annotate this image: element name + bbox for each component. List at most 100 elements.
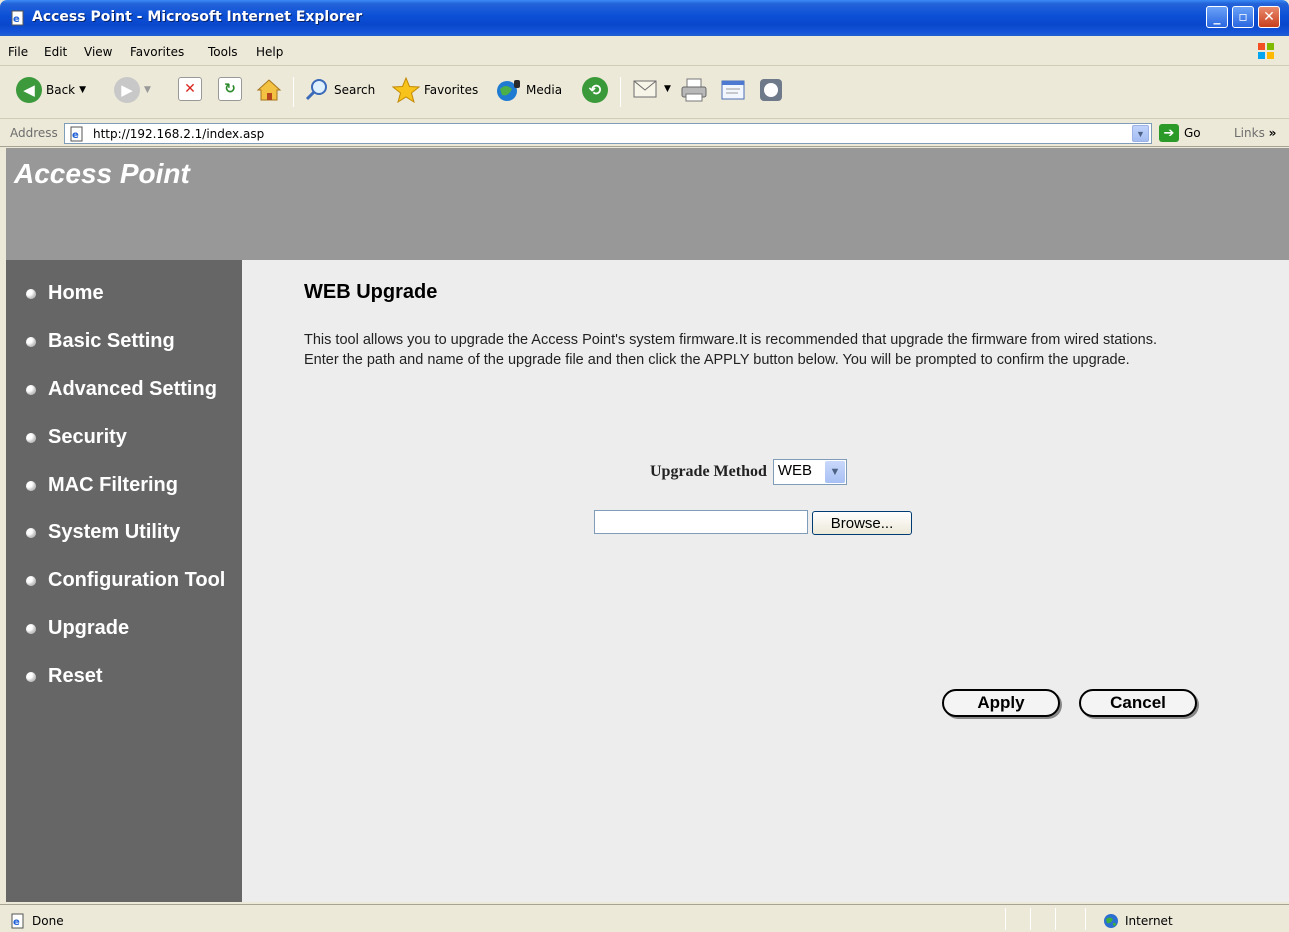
bullet-icon [26, 480, 36, 491]
page-title: WEB Upgrade [304, 281, 438, 303]
apply-button[interactable]: Apply [942, 689, 1060, 717]
main-content: WEB Upgrade This tool allows you to upgr… [242, 260, 1289, 902]
menu-view[interactable]: View [84, 45, 112, 59]
back-button[interactable]: ◀ Back ▼ [16, 77, 86, 103]
sidebar-item-configuration-tool[interactable]: Configuration Tool [26, 569, 225, 592]
sidebar-item-label: Security [48, 426, 127, 448]
chevron-down-icon: ▼ [824, 461, 845, 483]
minimize-button[interactable]: _ [1206, 6, 1228, 28]
forward-arrow-icon: ▶ [114, 77, 140, 103]
address-url: http://192.168.2.1/index.asp [93, 127, 265, 141]
file-path-input[interactable] [594, 510, 808, 534]
address-dropdown-icon[interactable]: ▼ [1132, 125, 1149, 142]
sidebar-item-mac-filtering[interactable]: MAC Filtering [26, 474, 178, 497]
links-button[interactable]: Links » [1234, 126, 1276, 140]
upgrade-method-label: Upgrade Method [650, 463, 767, 480]
sidebar-item-label: Home [48, 282, 104, 304]
maximize-button[interactable]: ▫ [1232, 6, 1254, 28]
upgrade-method-row: Upgrade Method WEB ▼ [650, 459, 847, 485]
brand-title: Access Point [14, 158, 190, 189]
bullet-icon [26, 336, 36, 347]
sidebar-item-system-utility[interactable]: System Utility [26, 521, 180, 544]
upgrade-method-value: WEB [777, 462, 813, 479]
mail-button[interactable]: ▼ [632, 77, 671, 101]
bullet-icon [26, 384, 36, 395]
sidebar-item-label: Reset [48, 665, 103, 687]
favorites-label: Favorites [424, 83, 479, 97]
stop-button[interactable]: ✕ [178, 77, 202, 101]
browser-window: e Access Point - Microsoft Internet Expl… [0, 0, 1289, 932]
sidebar-item-basic-setting[interactable]: Basic Setting [26, 330, 175, 353]
sidebar-item-security[interactable]: Security [26, 426, 127, 449]
ie-page-icon: e [11, 10, 24, 26]
title-bar: e Access Point - Microsoft Internet Expl… [0, 0, 1289, 36]
menu-favorites[interactable]: Favorites [130, 45, 184, 59]
edit-icon [721, 80, 745, 100]
search-label: Search [334, 83, 376, 97]
print-icon [681, 78, 707, 102]
go-button[interactable]: ➔ Go [1159, 124, 1201, 142]
sidebar-item-label: Configuration Tool [48, 569, 226, 591]
cancel-button[interactable]: Cancel [1079, 689, 1197, 717]
back-label: Back [46, 83, 76, 97]
favorites-star-icon [392, 77, 420, 103]
media-button[interactable]: Media [494, 77, 562, 103]
home-icon [256, 79, 282, 101]
sidebar-item-reset[interactable]: Reset [26, 665, 102, 688]
mail-icon [633, 80, 657, 98]
svg-text:e: e [72, 130, 79, 141]
edit-button[interactable] [720, 77, 748, 103]
description-line-1: This tool allows you to upgrade the Acce… [304, 332, 1157, 348]
sidebar-item-home[interactable]: Home [26, 282, 104, 305]
menu-file[interactable]: File [8, 45, 28, 59]
xp-flag-icon [1258, 43, 1274, 59]
sidebar-item-advanced-setting[interactable]: Advanced Setting [26, 378, 217, 401]
sidebar-item-label: Advanced Setting [48, 378, 217, 400]
address-input[interactable]: e http://192.168.2.1/index.asp ▼ [64, 123, 1152, 144]
search-button[interactable]: Search [304, 77, 375, 103]
refresh-button[interactable]: ↻ [218, 77, 242, 101]
menu-help[interactable]: Help [256, 45, 283, 59]
bullet-icon [26, 575, 36, 586]
close-button[interactable]: ✕ [1258, 6, 1280, 28]
back-arrow-icon: ◀ [16, 77, 42, 103]
status-text: Done [32, 914, 64, 928]
standard-toolbar: ◀ Back ▼ ▶ ▼ ✕ ↻ Search Favorites Media … [0, 67, 1289, 119]
media-icon [497, 80, 520, 101]
messenger-button[interactable] [758, 77, 786, 103]
browse-button[interactable]: Browse... [812, 511, 912, 535]
sidebar-item-label: Upgrade [48, 617, 130, 639]
sidebar-item-label: System Utility [48, 521, 181, 543]
sidebar-item-label: Basic Setting [48, 330, 175, 352]
ie-page-icon: e [11, 913, 24, 929]
address-bar: Address e http://192.168.2.1/index.asp ▼… [0, 120, 1289, 147]
bullet-icon [26, 623, 36, 634]
web-page: Access Point Home Basic Setting Advanced… [6, 148, 1289, 902]
media-label: Media [526, 83, 563, 97]
sidebar-item-upgrade[interactable]: Upgrade [26, 617, 129, 640]
messenger-icon [760, 79, 782, 101]
page-description: This tool allows you to upgrade the Acce… [304, 330, 1214, 370]
favorites-button[interactable]: Favorites [392, 77, 478, 103]
ie-page-icon: e [70, 126, 83, 142]
menu-edit[interactable]: Edit [44, 45, 67, 59]
upgrade-method-select[interactable]: WEB ▼ [772, 459, 847, 485]
security-zone: Internet [1103, 913, 1173, 929]
status-indicator: e Done [10, 913, 64, 929]
home-button[interactable] [256, 77, 282, 103]
status-bar: e Done Internet [0, 904, 1289, 932]
bullet-icon [26, 288, 36, 299]
menu-tools[interactable]: Tools [208, 45, 238, 59]
svg-text:e: e [13, 917, 20, 928]
bullet-icon [26, 527, 36, 538]
print-button[interactable] [680, 77, 708, 103]
search-icon [305, 79, 327, 101]
history-button[interactable]: ⟲ [582, 77, 608, 103]
forward-button[interactable]: ▶ ▼ [114, 77, 151, 103]
go-arrow-icon: ➔ [1159, 124, 1179, 142]
zone-label: Internet [1125, 914, 1173, 928]
bullet-icon [26, 432, 36, 443]
history-icon: ⟲ [582, 77, 608, 103]
header-banner: Access Point [6, 148, 1289, 260]
sidebar-item-label: MAC Filtering [48, 474, 178, 496]
